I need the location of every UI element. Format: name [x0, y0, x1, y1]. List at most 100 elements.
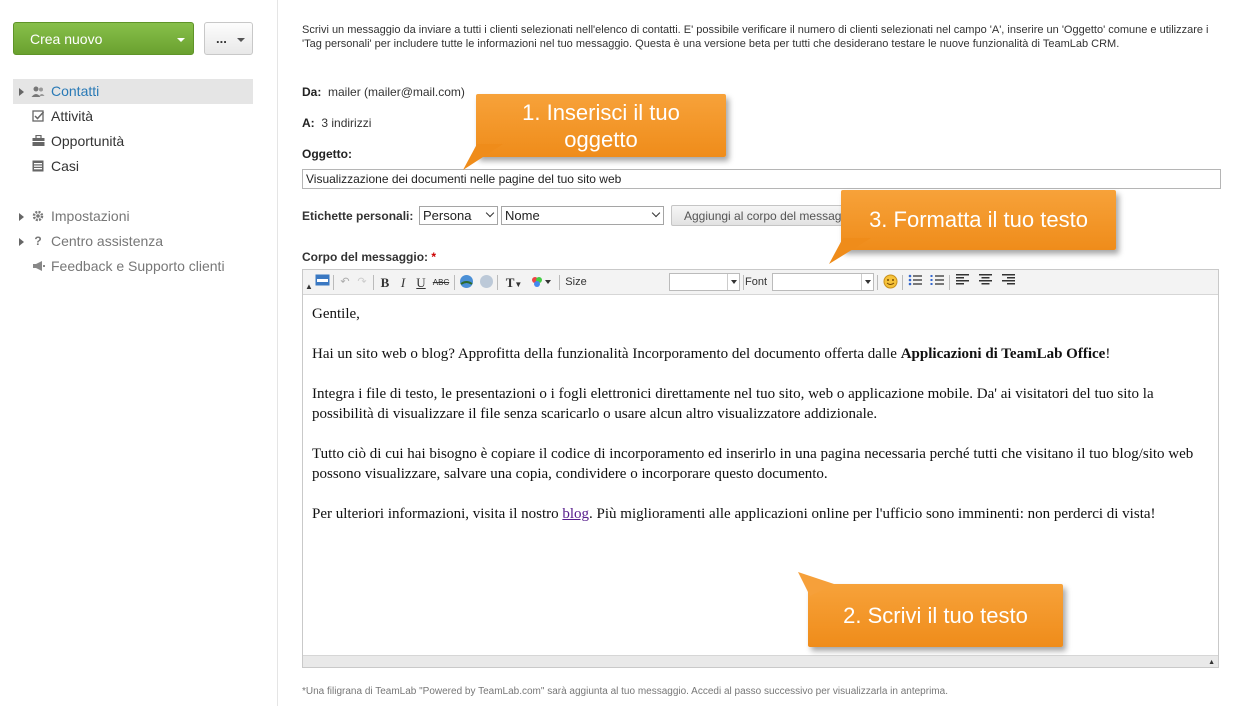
underline-icon[interactable]: U: [413, 274, 429, 291]
sidebar-item-cases[interactable]: Casi: [13, 154, 253, 179]
body-paragraph: Tutto ciò di cui hai bisogno è copiare i…: [312, 446, 1194, 482]
message-body-label-text: Corpo del messaggio:: [302, 250, 429, 264]
blog-link[interactable]: blog: [562, 506, 589, 522]
tag-type-value: Persona: [423, 208, 472, 223]
body-text: !: [1105, 346, 1111, 362]
contacts-icon: [31, 85, 45, 98]
toolbar-separator: [497, 275, 498, 290]
italic-icon[interactable]: I: [395, 274, 411, 291]
sidebar-item-label: Contatti: [51, 83, 100, 99]
expand-arrow-icon[interactable]: [19, 213, 24, 221]
editor-resize-bar[interactable]: ▲: [303, 655, 1218, 667]
callout-tail-icon: [829, 238, 871, 264]
font-family-select[interactable]: [772, 273, 874, 291]
intro-text: Scrivi un messaggio da inviare a tutti i…: [302, 24, 1209, 50]
align-right-icon[interactable]: [999, 274, 1017, 291]
rich-text-editor[interactable]: ▲ ↶ ↷ B I U ABC T▼ Size Font Gentile, Ha…: [302, 269, 1219, 668]
body-text: Per ulteriori informazioni, visita il no…: [312, 506, 563, 522]
font-size-label: Size: [565, 276, 587, 288]
chevron-down-icon: [177, 38, 185, 42]
subject-input[interactable]: Visualizzazione dei documenti nelle pagi…: [302, 169, 1221, 189]
subject-label: Oggetto:: [302, 147, 352, 161]
body-paragraph: Gentile,: [312, 306, 360, 322]
help-icon: ?: [34, 234, 42, 248]
create-new-label: Crea nuovo: [30, 31, 103, 47]
font-size-select[interactable]: [669, 273, 740, 291]
toolbar-separator: [877, 275, 878, 290]
more-actions-label: ...: [216, 31, 227, 46]
collapse-toolbar-icon[interactable]: ▲: [305, 278, 313, 295]
from-value: mailer (mailer@mail.com): [328, 85, 465, 99]
text-color-icon[interactable]: T▼: [501, 274, 527, 291]
sidebar-item-label: Attività: [51, 108, 94, 124]
smiley-icon[interactable]: [881, 274, 899, 291]
create-new-button[interactable]: Crea nuovo: [13, 22, 194, 55]
expand-arrow-icon[interactable]: [19, 88, 24, 96]
bulleted-list-icon[interactable]: [906, 274, 924, 291]
sidebar-item-label: Opportunità: [51, 133, 125, 149]
callout-write-text: 2. Scrivi il tuo testo: [843, 603, 1028, 628]
callout-write: 2. Scrivi il tuo testo: [798, 572, 1063, 647]
chevron-down-icon: [651, 208, 661, 218]
font-family-label: Font: [745, 276, 768, 288]
callout-tail-icon: [463, 144, 503, 170]
resize-handle-icon[interactable]: ▲: [1208, 659, 1215, 666]
chevron-down-icon: [861, 274, 873, 290]
toolbar-separator: [454, 275, 455, 290]
source-icon[interactable]: [314, 274, 330, 291]
sidebar-nav: Contatti Attività Opportunità Casi Impos…: [13, 79, 253, 279]
sidebar-item-label: Feedback e Supporto clienti: [51, 258, 225, 274]
sidebar-item-tasks[interactable]: Attività: [13, 104, 253, 129]
sidebar-item-label: Impostazioni: [51, 208, 130, 224]
sidebar-item-label: Centro assistenza: [51, 233, 164, 249]
chevron-down-icon: [485, 208, 495, 218]
sidebar-item-label: Casi: [51, 158, 80, 174]
undo-icon[interactable]: ↶: [337, 274, 353, 291]
watermark-footnote: *Una filigrana di TeamLab "Powered by Te…: [302, 686, 948, 697]
sidebar-item-feedback[interactable]: Feedback e Supporto clienti: [13, 254, 253, 279]
body-paragraph: Integra i file di testo, le presentazion…: [312, 386, 1154, 422]
to-value: 3 indirizzi: [321, 116, 372, 130]
to-row: A: 3 indirizzi: [302, 116, 371, 130]
background-color-icon[interactable]: [529, 274, 555, 291]
strikethrough-icon[interactable]: ABC: [431, 274, 451, 291]
editor-content[interactable]: Gentile, Hai un sito web o blog? Approfi…: [312, 304, 1212, 544]
expand-arrow-icon[interactable]: [19, 238, 24, 246]
bold-icon[interactable]: B: [377, 274, 393, 291]
unlink-icon[interactable]: [477, 274, 495, 291]
tag-field-select[interactable]: Nome: [501, 206, 664, 225]
more-actions-button[interactable]: ...: [204, 22, 253, 55]
body-text: Hai un sito web o blog? Approfitta della…: [312, 346, 901, 362]
chevron-down-icon: [237, 38, 245, 42]
message-body-label: Corpo del messaggio: *: [302, 250, 436, 264]
toolbar-separator: [559, 275, 560, 290]
cases-icon: [31, 160, 45, 173]
gear-icon: [31, 210, 45, 223]
editor-toolbar: ▲ ↶ ↷ B I U ABC T▼ Size Font: [303, 270, 1218, 295]
link-icon[interactable]: [457, 274, 475, 291]
align-left-icon[interactable]: [953, 274, 971, 291]
sidebar-item-settings[interactable]: Impostazioni: [13, 204, 253, 229]
redo-icon[interactable]: ↷: [354, 274, 370, 291]
sidebar-item-opportunities[interactable]: Opportunità: [13, 129, 253, 154]
from-row: Da: mailer (mailer@mail.com): [302, 85, 465, 99]
opportunities-icon: [31, 134, 45, 148]
to-label: A:: [302, 116, 315, 130]
toolbar-separator: [949, 275, 950, 290]
tag-field-value: Nome: [505, 208, 540, 223]
callout-tail-icon: [798, 572, 834, 596]
from-label: Da:: [302, 85, 322, 99]
subject-label-row: Oggetto:: [302, 147, 352, 161]
tag-type-select[interactable]: Persona: [419, 206, 498, 225]
toolbar-separator: [902, 275, 903, 290]
add-to-body-button[interactable]: Aggiungi al corpo del messaggio: [671, 205, 851, 226]
align-center-icon[interactable]: [976, 274, 994, 291]
numbered-list-icon[interactable]: [928, 274, 946, 291]
toolbar-separator: [373, 275, 374, 290]
tasks-icon: [31, 110, 45, 123]
sidebar-item-help-center[interactable]: ? Centro assistenza: [13, 229, 253, 254]
sidebar-item-contacts[interactable]: Contatti: [13, 79, 253, 104]
required-mark: *: [431, 250, 437, 264]
body-paragraph: Per ulteriori informazioni, visita il no…: [312, 504, 1212, 524]
